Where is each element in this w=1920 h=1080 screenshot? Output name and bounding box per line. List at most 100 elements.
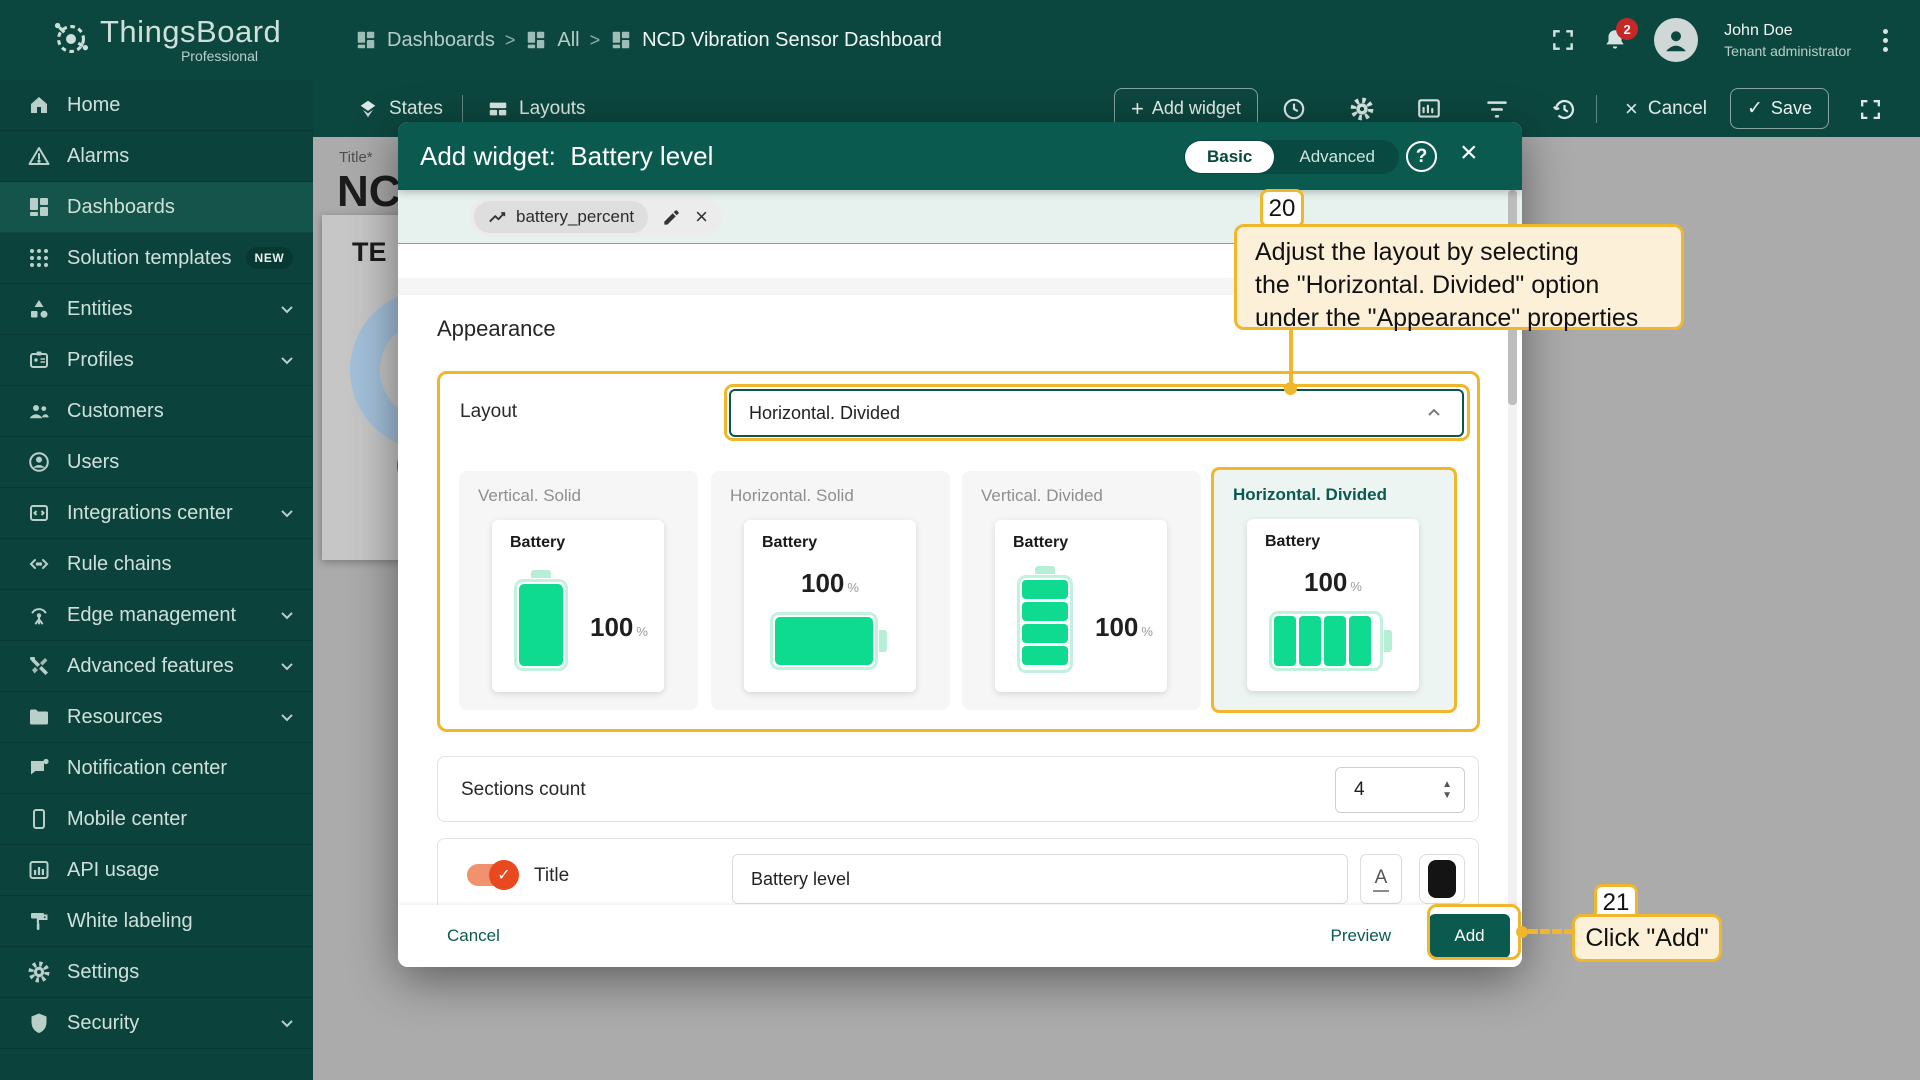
warning-icon xyxy=(27,144,51,168)
mode-toggle: Basic Advanced xyxy=(1184,140,1399,174)
annotation-add-button-highlight xyxy=(1427,904,1521,960)
sidebar-item-profiles[interactable]: Profiles xyxy=(0,335,313,386)
background-widget-card: TE xyxy=(322,215,398,560)
dashboard-grid-icon xyxy=(27,195,51,219)
sections-count-label: Sections count xyxy=(461,779,586,801)
manage-layouts-icon[interactable] xyxy=(1416,96,1442,122)
toolbar-divider xyxy=(462,95,463,123)
bar-chart-icon xyxy=(27,858,51,882)
dashboard-settings-icon[interactable] xyxy=(1349,96,1375,122)
chevron-down-icon xyxy=(277,605,297,625)
appearance-heading: Appearance xyxy=(437,316,556,342)
sidebar-item-integrations-center[interactable]: Integrations center xyxy=(0,488,313,539)
background-widget-title: TE xyxy=(352,237,387,268)
tab-basic[interactable]: Basic xyxy=(1185,141,1274,173)
datasource-chip[interactable]: battery_percent xyxy=(474,201,648,233)
save-button[interactable]: ✓ Save xyxy=(1730,88,1829,129)
sidebar-item-dashboards[interactable]: Dashboards xyxy=(0,182,313,233)
close-icon: × xyxy=(1625,96,1638,122)
home-icon xyxy=(27,93,51,117)
paint-roller-icon xyxy=(27,909,51,933)
notifications-bell-icon[interactable]: 2 xyxy=(1602,27,1628,53)
rule-chain-icon xyxy=(27,552,51,576)
annotation-dot-21 xyxy=(1516,926,1528,938)
chevron-down-icon xyxy=(277,503,297,523)
help-icon[interactable]: ? xyxy=(1406,141,1437,172)
sidebar-item-white-labeling[interactable]: White labeling xyxy=(0,896,313,947)
sidebar-item-entities[interactable]: Entities xyxy=(0,284,313,335)
dialog-title: Add widget: Battery level xyxy=(420,141,713,172)
id-badge-icon xyxy=(27,348,51,372)
user-circle-icon xyxy=(27,450,51,474)
annotation-step-21-callout: Click "Add" xyxy=(1572,914,1722,962)
sidebar-item-notification-center[interactable]: Notification center xyxy=(0,743,313,794)
chevron-down-icon xyxy=(277,707,297,727)
expand-icon[interactable] xyxy=(1858,97,1883,122)
sidebar-item-rule-chains[interactable]: Rule chains xyxy=(0,539,313,590)
sidebar-item-edge-management[interactable]: Edge management xyxy=(0,590,313,641)
dashboard-title-value: NC xyxy=(337,167,398,217)
breadcrumb-dashboards[interactable]: Dashboards xyxy=(387,29,495,52)
remove-datasource-icon[interactable]: × xyxy=(695,208,708,226)
dialog-footer: Cancel Preview Add xyxy=(398,905,1522,967)
sections-count-input[interactable]: 4 ▲▼ xyxy=(1335,767,1465,813)
sidebar-item-resources[interactable]: Resources xyxy=(0,692,313,743)
annotation-connector-21 xyxy=(1528,929,1574,934)
check-icon: ✓ xyxy=(1747,97,1763,120)
widget-title-input[interactable]: Battery level xyxy=(732,854,1348,904)
more-menu-icon[interactable] xyxy=(1877,23,1894,58)
sidebar: Home Alarms Dashboards Solution template… xyxy=(0,80,313,1080)
sidebar-item-home[interactable]: Home xyxy=(0,80,313,131)
gear-icon xyxy=(27,960,51,984)
time-window-icon[interactable] xyxy=(1281,96,1307,122)
background-gauge-arc xyxy=(350,290,398,450)
breadcrumb-current: NCD Vibration Sensor Dashboard xyxy=(642,29,942,52)
notifications-count-badge: 2 xyxy=(1616,18,1638,40)
sidebar-item-security[interactable]: Security xyxy=(0,998,313,1049)
user-name: John Doe xyxy=(1724,22,1851,40)
fullscreen-icon[interactable] xyxy=(1550,27,1576,53)
chevron-down-icon xyxy=(277,299,297,319)
user-role: Tenant administrator xyxy=(1724,43,1851,59)
chevron-down-icon xyxy=(277,1013,297,1033)
breadcrumb: Dashboards > All > NCD Vibration Sensor … xyxy=(355,0,942,80)
sidebar-item-advanced-features[interactable]: Advanced features xyxy=(0,641,313,692)
title-toggle-label: Title xyxy=(534,865,569,887)
states-icon xyxy=(357,98,379,120)
avatar[interactable] xyxy=(1654,18,1698,62)
version-history-icon[interactable] xyxy=(1551,96,1578,123)
sparkline-icon xyxy=(488,209,508,225)
sidebar-item-api-usage[interactable]: API usage xyxy=(0,845,313,896)
apps-grid-icon xyxy=(27,246,51,270)
chevron-down-icon xyxy=(277,656,297,676)
annotation-step-badge-20: 20 xyxy=(1260,189,1304,228)
integration-icon xyxy=(27,501,51,525)
sidebar-item-customers[interactable]: Customers xyxy=(0,386,313,437)
tab-advanced[interactable]: Advanced xyxy=(1275,147,1399,167)
edit-pencil-icon[interactable] xyxy=(662,208,681,227)
title-color-swatch[interactable] xyxy=(1419,854,1465,904)
title-toggle[interactable]: ✓ xyxy=(467,864,515,886)
brand-name: ThingsBoard xyxy=(100,14,281,50)
annotation-dropdown-highlight xyxy=(724,384,1470,441)
close-icon[interactable]: × xyxy=(1460,136,1478,170)
sidebar-item-users[interactable]: Users xyxy=(0,437,313,488)
chevron-down-icon xyxy=(277,350,297,370)
dialog-header: Add widget: Battery level Basic Advanced… xyxy=(398,122,1522,190)
antenna-icon xyxy=(27,603,51,627)
filter-icon[interactable] xyxy=(1484,99,1510,121)
shield-icon xyxy=(27,1011,51,1035)
message-icon xyxy=(27,756,51,780)
breadcrumb-all[interactable]: All xyxy=(557,29,579,52)
dimmed-dashboard-background: Title* NC TE xyxy=(313,137,398,1080)
cancel-edit-button[interactable]: × Cancel xyxy=(1625,80,1707,137)
annotation-connector-20 xyxy=(1289,328,1293,384)
sidebar-item-settings[interactable]: Settings xyxy=(0,947,313,998)
sidebar-item-solution-templates[interactable]: Solution templates NEW xyxy=(0,233,313,284)
sidebar-item-alarms[interactable]: Alarms xyxy=(0,131,313,182)
title-font-settings-button[interactable]: A xyxy=(1360,854,1402,904)
stepper-arrows[interactable]: ▲▼ xyxy=(1442,780,1452,801)
preview-button[interactable]: Preview xyxy=(1331,926,1391,946)
dialog-cancel-button[interactable]: Cancel xyxy=(447,926,500,946)
sidebar-item-mobile-center[interactable]: Mobile center xyxy=(0,794,313,845)
